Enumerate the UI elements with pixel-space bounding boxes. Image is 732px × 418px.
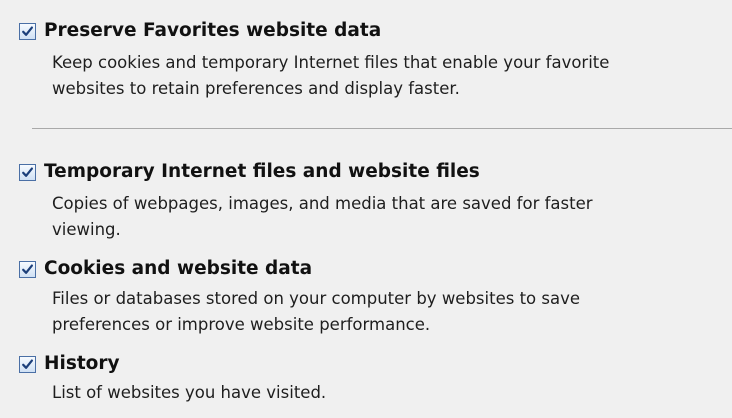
preserve-favorites-description: Keep cookies and temporary Internet file…: [52, 50, 722, 102]
option-cookies[interactable]: Cookies and website data: [19, 257, 312, 281]
description-line: preferences or improve website performan…: [52, 315, 431, 334]
checkmark-icon: [22, 359, 33, 369]
temporary-internet-files-checkbox[interactable]: [19, 163, 36, 181]
option-temporary-internet-files[interactable]: Temporary Internet files and website fil…: [19, 160, 480, 184]
description-line: Copies of webpages, images, and media th…: [52, 194, 593, 213]
cookies-checkbox[interactable]: [19, 260, 36, 278]
description-line: websites to retain preferences and displ…: [52, 79, 460, 98]
checkmark-icon: [22, 264, 33, 274]
history-checkbox[interactable]: [19, 355, 36, 373]
cookies-label[interactable]: Cookies and website data: [44, 257, 312, 281]
description-line: List of websites you have visited.: [52, 383, 327, 402]
checkmark-icon: [22, 167, 33, 177]
section-divider: [32, 128, 732, 129]
description-line: viewing.: [52, 220, 121, 239]
description-line: Keep cookies and temporary Internet file…: [52, 53, 610, 72]
temporary-internet-files-label[interactable]: Temporary Internet files and website fil…: [44, 160, 480, 184]
preserve-favorites-checkbox[interactable]: [19, 22, 36, 40]
description-line: Files or databases stored on your comput…: [52, 289, 581, 308]
history-description: List of websites you have visited.: [52, 380, 722, 406]
cookies-description: Files or databases stored on your comput…: [52, 286, 722, 338]
preserve-favorites-label[interactable]: Preserve Favorites website data: [44, 19, 381, 43]
option-history[interactable]: History: [19, 352, 120, 376]
history-label[interactable]: History: [44, 352, 120, 376]
option-preserve-favorites[interactable]: Preserve Favorites website data: [19, 19, 381, 43]
checkmark-icon: [22, 26, 33, 36]
temporary-internet-files-description: Copies of webpages, images, and media th…: [52, 191, 722, 243]
